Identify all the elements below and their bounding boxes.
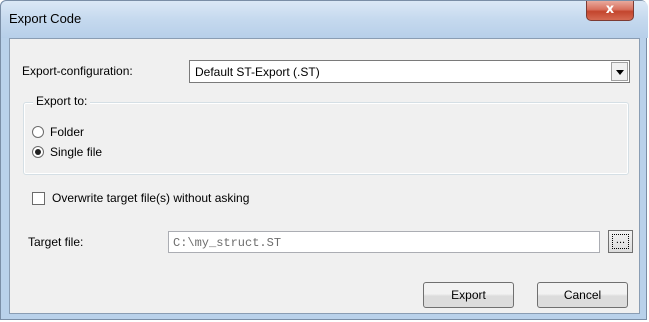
title-bar[interactable]: Export Code x xyxy=(1,1,648,38)
export-configuration-value: Default ST-Export (.ST) xyxy=(195,65,320,79)
folder-radio-label[interactable]: Folder xyxy=(50,125,84,139)
folder-radio[interactable] xyxy=(32,126,44,138)
overwrite-checkbox-label[interactable]: Overwrite target file(s) without asking xyxy=(52,191,249,205)
single-file-radio-label[interactable]: Single file xyxy=(50,145,102,159)
overwrite-checkbox[interactable] xyxy=(32,192,45,205)
export-to-legend: Export to: xyxy=(33,94,91,108)
dropdown-arrow-button[interactable] xyxy=(611,62,628,81)
target-file-label: Target file: xyxy=(28,235,84,249)
dialog-client-area: Export-configuration: Default ST-Export … xyxy=(9,38,640,314)
target-file-field[interactable]: C:\my_struct.ST xyxy=(168,231,600,253)
close-button[interactable]: x xyxy=(586,1,634,21)
browse-button[interactable]: ... xyxy=(608,230,633,253)
cancel-button[interactable]: Cancel xyxy=(537,282,628,308)
export-button[interactable]: Export xyxy=(423,282,514,308)
target-file-value: C:\my_struct.ST xyxy=(173,236,282,250)
export-configuration-select[interactable]: Default ST-Export (.ST) xyxy=(189,60,630,83)
single-file-radio[interactable] xyxy=(32,146,44,158)
chevron-down-icon xyxy=(616,70,624,75)
ellipsis-icon: ... xyxy=(612,234,629,249)
export-to-groupbox xyxy=(23,102,629,175)
close-icon: x xyxy=(605,2,615,17)
window-title: Export Code xyxy=(9,11,82,26)
export-code-dialog: Export Code x Export-configuration: Defa… xyxy=(0,0,648,320)
export-configuration-label: Export-configuration: xyxy=(22,64,133,78)
